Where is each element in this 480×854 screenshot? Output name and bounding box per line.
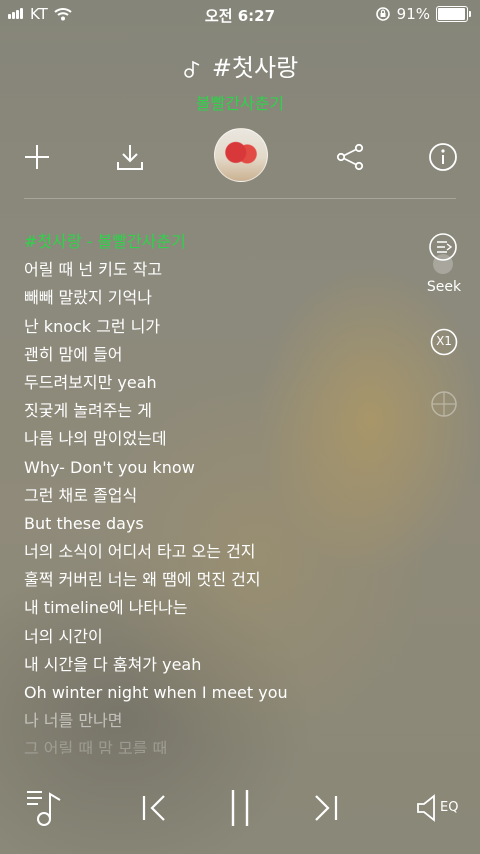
lyric-line[interactable]: 훌쩍 커버린 너는 왜 땜에 멋진 건지: [24, 566, 414, 594]
lyric-line[interactable]: 너의 소식이 어디서 타고 오는 건지: [24, 538, 414, 566]
crosshair-icon[interactable]: [430, 390, 458, 418]
lyric-line[interactable]: 그런 채로 졸업식: [24, 482, 414, 510]
info-icon[interactable]: [428, 142, 458, 172]
status-bar: KT 오전 6:27 91%: [0, 0, 480, 28]
song-title-row: #첫사랑: [0, 48, 480, 83]
lyric-line[interactable]: 어릴 때 넌 키도 작고: [24, 256, 414, 284]
orientation-lock-icon: [375, 7, 390, 21]
share-icon[interactable]: [335, 142, 365, 172]
lyric-line[interactable]: 난 knock 그런 니가: [24, 313, 414, 341]
speed-label: X1: [436, 334, 452, 348]
lyric-line[interactable]: 나 너를 만나면: [24, 707, 414, 735]
eq-label[interactable]: EQ: [440, 800, 458, 815]
player-controls: EQ: [0, 780, 480, 836]
lyric-line[interactable]: 괜히 맘에 들어: [24, 341, 414, 369]
add-icon[interactable]: [22, 142, 52, 172]
lyric-line[interactable]: 너의 시간이: [24, 623, 414, 651]
lyrics-panel[interactable]: #첫사랑 - 볼빨간사춘기 어릴 때 넌 키도 작고 빼빼 말랐지 기억나 난 …: [24, 228, 414, 754]
album-art[interactable]: [214, 128, 268, 182]
previous-icon[interactable]: [138, 792, 170, 824]
lyric-line[interactable]: 두드려보지만 yeah: [24, 369, 414, 397]
lyric-line[interactable]: But these days: [24, 510, 414, 538]
divider: [24, 198, 456, 199]
seek-label: Seek: [426, 279, 462, 295]
lyric-line[interactable]: 짓궂게 놀려주는 게: [24, 397, 414, 425]
battery-percent: 91%: [396, 5, 430, 23]
music-note-icon: [184, 60, 200, 78]
playlist-icon[interactable]: [24, 786, 66, 830]
lyric-line[interactable]: 내 시간을 다 훔쳐가 yeah: [24, 651, 414, 679]
lyric-line[interactable]: 나름 나의 맘이었는데: [24, 425, 414, 453]
lyric-line[interactable]: Oh winter night when I meet you: [24, 679, 414, 707]
toggle-switch[interactable]: [433, 254, 453, 274]
lyric-line[interactable]: 그 어릴 때 맘 모를 때: [24, 735, 414, 754]
lyric-line[interactable]: 내 timeline에 나타나는: [24, 594, 414, 622]
lyric-line-current[interactable]: #첫사랑 - 볼빨간사춘기: [24, 228, 414, 256]
next-icon[interactable]: [310, 792, 342, 824]
pause-icon[interactable]: [226, 786, 254, 830]
lyric-line[interactable]: Why- Don't you know: [24, 454, 414, 482]
lyric-line[interactable]: 빼빼 말랐지 기억나: [24, 284, 414, 312]
equalizer-icon[interactable]: [414, 792, 440, 824]
speed-icon[interactable]: X1: [430, 328, 458, 356]
song-title: #첫사랑: [211, 54, 299, 82]
action-row: [0, 128, 480, 188]
battery-icon: [436, 6, 471, 22]
artist-name[interactable]: 볼빨간사춘기: [0, 90, 480, 114]
download-icon[interactable]: [115, 142, 145, 172]
